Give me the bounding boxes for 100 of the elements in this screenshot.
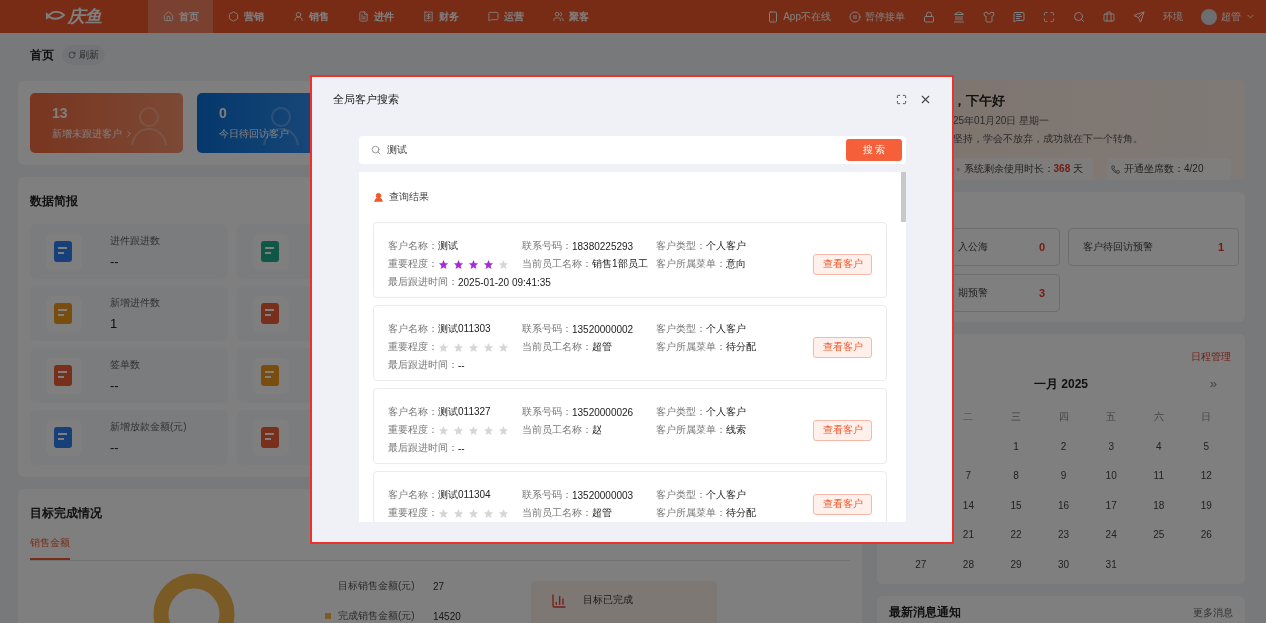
fullscreen-icon[interactable] xyxy=(1043,10,1055,23)
users-icon xyxy=(552,11,564,22)
calendar-day[interactable]: 11 xyxy=(1153,470,1164,482)
user-name[interactable]: 超管 xyxy=(1221,9,1241,24)
calendar-day[interactable]: 14 xyxy=(962,499,974,511)
nav-tab[interactable]: 销售 xyxy=(278,0,343,33)
calendar-day[interactable]: 12 xyxy=(1200,470,1212,482)
calendar-day[interactable]: 18 xyxy=(1153,499,1165,511)
field-label: 当前员工名称： xyxy=(522,340,592,354)
warning-item[interactable]: 客户待回访预警 1 xyxy=(1068,228,1239,266)
calendar-day[interactable]: 3 xyxy=(1108,440,1114,452)
nav-tab[interactable]: 运营 xyxy=(473,0,538,33)
lock-icon[interactable] xyxy=(923,10,935,23)
view-customer-button[interactable]: 查看客户 xyxy=(813,493,872,515)
star-icon xyxy=(483,258,494,270)
stat-value: -- xyxy=(110,440,120,455)
view-customer-button[interactable]: 查看客户 xyxy=(813,253,872,275)
field-label: 当前员工名称： xyxy=(522,423,592,437)
environment-label[interactable]: 环境 xyxy=(1163,9,1183,24)
warning-count: 1 xyxy=(1217,241,1224,253)
maximize-button[interactable] xyxy=(896,93,907,105)
send-icon[interactable] xyxy=(1133,10,1145,23)
calendar-day[interactable]: 17 xyxy=(1105,499,1117,511)
calendar-day[interactable]: 29 xyxy=(1010,558,1022,570)
panel-title: 数据简报 xyxy=(30,193,78,210)
calendar-day[interactable]: 8 xyxy=(1013,470,1019,482)
phone-icon xyxy=(1111,164,1120,174)
calendar-day[interactable]: 9 xyxy=(1060,470,1067,482)
user-avatar[interactable] xyxy=(1201,8,1217,25)
receipt-icon xyxy=(422,11,434,22)
calendar-day[interactable]: 21 xyxy=(962,529,974,541)
calendar-day[interactable]: 19 xyxy=(1200,499,1212,511)
nav-status-button[interactable]: 暂停接单 xyxy=(849,9,905,24)
field-label: 客户类型： xyxy=(656,239,706,253)
calendar-day[interactable]: 27 xyxy=(915,558,927,570)
dialog-title: 全局客户搜索 xyxy=(333,91,399,107)
scrollbar-thumb[interactable] xyxy=(901,172,906,222)
hexagon-icon xyxy=(227,11,239,22)
greeting-title: ，下午好 xyxy=(953,92,1006,110)
star-icon xyxy=(468,507,479,519)
shirt-icon[interactable] xyxy=(983,10,995,23)
calendar-day[interactable]: 30 xyxy=(1058,558,1070,570)
fullscreen-icon xyxy=(896,93,907,105)
info-text: 系统剩余使用时长：368 天 xyxy=(963,162,1083,176)
field-value: 待分配 xyxy=(726,340,756,354)
refresh-button[interactable]: 刷新 xyxy=(62,45,105,65)
calendar-day[interactable]: 16 xyxy=(1058,499,1070,511)
calendar-day[interactable]: 25 xyxy=(1153,529,1165,541)
calendar-day[interactable]: 7 xyxy=(965,470,972,482)
goal-tab[interactable]: 销售金额 xyxy=(30,536,70,560)
nav-tab[interactable]: 聚客 xyxy=(538,0,603,33)
view-customer-button[interactable]: 查看客户 xyxy=(813,336,872,358)
search-icon[interactable] xyxy=(1073,10,1085,23)
search-icon xyxy=(371,145,381,155)
field-label: 最后跟进时间： xyxy=(388,275,458,289)
calendar-day[interactable]: 22 xyxy=(1010,529,1022,541)
calendar-day[interactable]: 24 xyxy=(1105,529,1117,541)
document-icon xyxy=(260,301,282,326)
bank-icon[interactable] xyxy=(953,10,965,23)
warning-count: 0 xyxy=(1038,241,1045,253)
view-customer-button[interactable]: 查看客户 xyxy=(813,419,872,441)
stat-label: 签单数 xyxy=(110,358,140,372)
goal-stat-value: 27 xyxy=(433,580,445,592)
calendar-day[interactable]: 4 xyxy=(1156,440,1162,452)
briefcase-icon[interactable] xyxy=(1103,10,1115,23)
next-month-button[interactable]: » xyxy=(1209,376,1217,391)
stat-label: 新增进件数 xyxy=(110,296,160,310)
nav-tab[interactable]: 营销 xyxy=(213,0,278,33)
nav-tab[interactable]: 财务 xyxy=(408,0,473,33)
nav-tab[interactable]: 进件 xyxy=(343,0,408,33)
calendar-day[interactable]: 26 xyxy=(1200,529,1212,541)
star-icon xyxy=(483,507,494,519)
field-label: 客户所属菜单： xyxy=(656,340,726,354)
calendar-day[interactable]: 5 xyxy=(1203,440,1210,452)
stat-value: -- xyxy=(110,378,120,393)
calendar-day[interactable]: 10 xyxy=(1105,470,1117,482)
field-label: 联系号码： xyxy=(522,488,572,502)
calendar-day[interactable]: 31 xyxy=(1105,558,1117,570)
goal-stat-label: 目标销售金额(元) xyxy=(338,579,416,593)
stat-label: 进件跟进数 xyxy=(110,234,160,248)
search-field[interactable]: 测试 搜 索 xyxy=(359,136,906,164)
bar-chart-icon xyxy=(550,593,567,609)
field-label: 联系号码： xyxy=(522,405,572,419)
search-button[interactable]: 搜 索 xyxy=(846,139,902,161)
more-link[interactable]: 更多消息 xyxy=(1193,605,1233,620)
summary-card[interactable]: 13 新增未跟进客户 xyxy=(30,93,183,153)
calendar-day[interactable]: 28 xyxy=(962,558,974,570)
stat-value: -- xyxy=(110,254,120,269)
nav-status-button[interactable]: App不在线 xyxy=(767,9,831,24)
field-value: 个人客户 xyxy=(706,405,746,419)
schedule-link[interactable]: 日程管理 xyxy=(1191,350,1231,364)
star-icon xyxy=(438,341,449,353)
message-icon[interactable] xyxy=(1013,10,1025,23)
calendar-day[interactable]: 1 xyxy=(1013,440,1019,452)
field-label: 重要程度： xyxy=(388,423,438,437)
calendar-day[interactable]: 15 xyxy=(1010,499,1022,511)
calendar-day[interactable]: 23 xyxy=(1058,529,1070,541)
calendar-day[interactable]: 2 xyxy=(1060,440,1067,452)
search-input[interactable]: 测试 xyxy=(387,143,840,157)
field-value: 测试011304 xyxy=(438,488,491,502)
